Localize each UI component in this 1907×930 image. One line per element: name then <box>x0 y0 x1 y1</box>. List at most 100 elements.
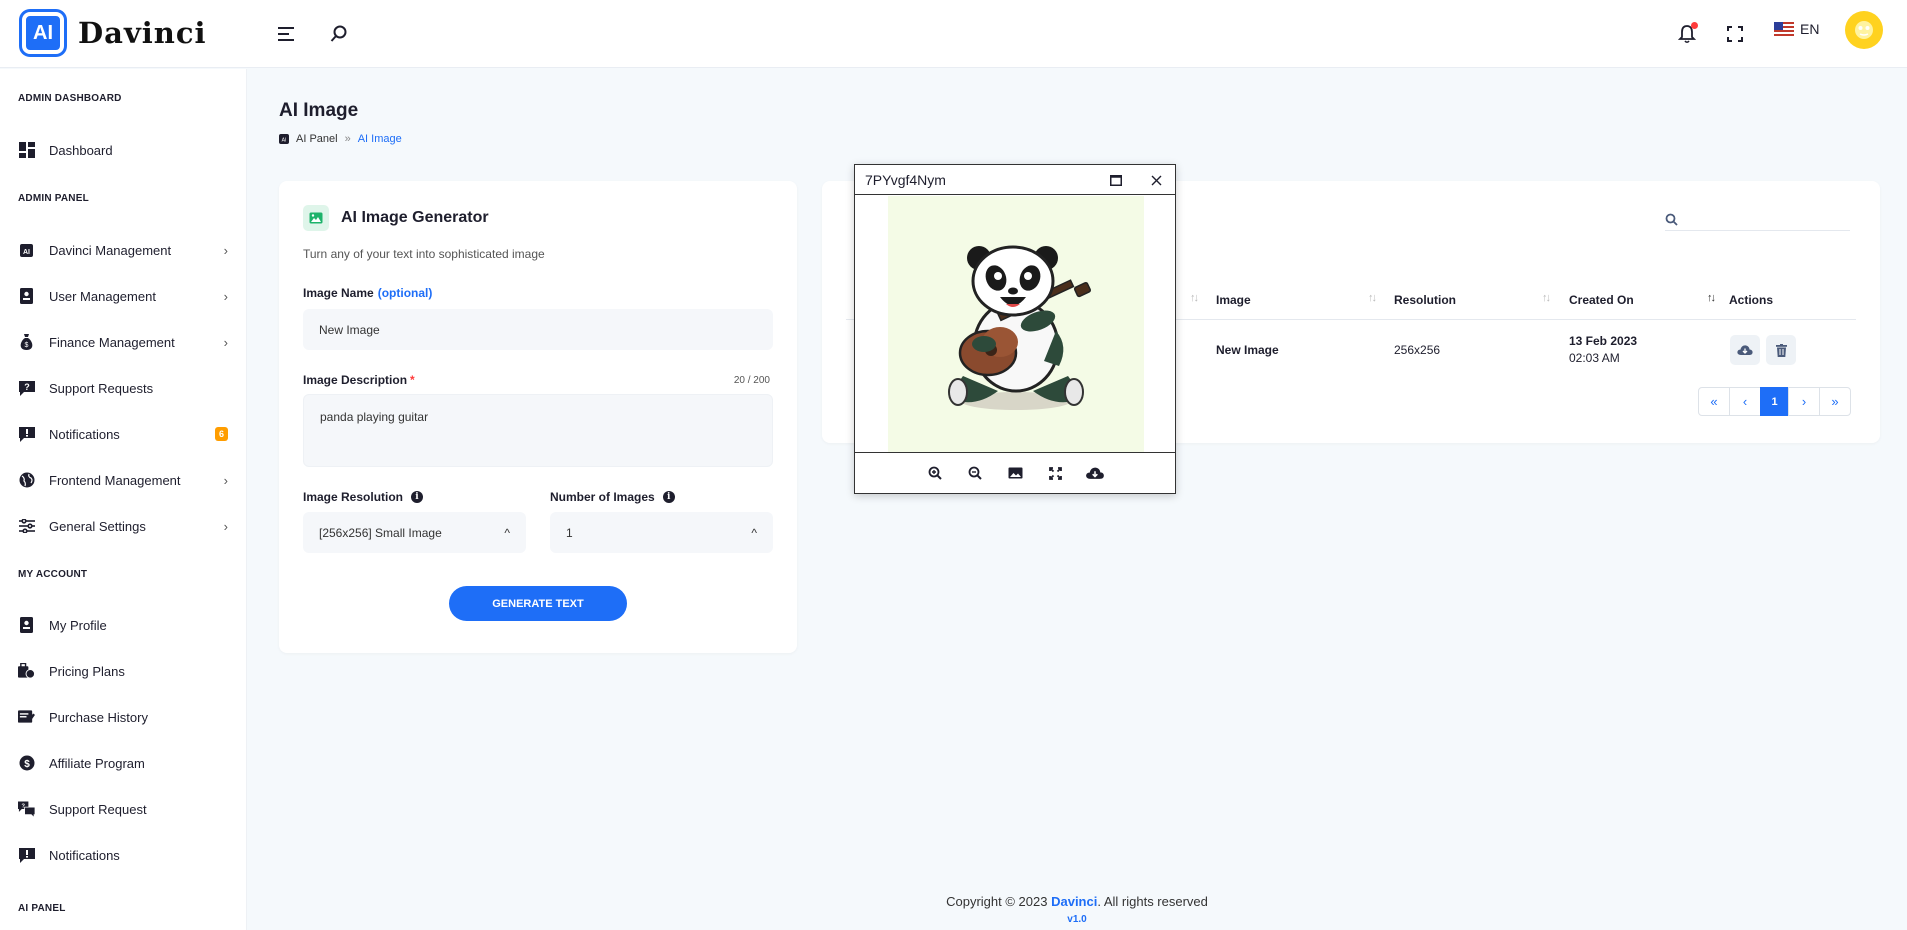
sidebar-item-label: General Settings <box>49 518 146 534</box>
ai-chip-icon: AI <box>18 242 35 259</box>
menu-toggle-icon[interactable] <box>272 19 302 49</box>
close-icon[interactable] <box>1145 169 1167 191</box>
sidebar-item-purchase-history[interactable]: Purchase History <box>18 704 228 730</box>
search-icon[interactable] <box>324 19 354 49</box>
footer-brand-link[interactable]: Davinci <box>1051 894 1097 909</box>
sidebar-item-my-profile[interactable]: My Profile <box>18 612 228 638</box>
bell-icon[interactable] <box>1672 19 1702 49</box>
breadcrumb-current: AI Image <box>357 133 402 145</box>
logo[interactable]: AI Davinci <box>22 12 207 54</box>
us-flag-icon <box>1774 22 1794 36</box>
globe-icon <box>18 472 35 489</box>
row-created-time: 02:03 AM <box>1569 351 1620 365</box>
image-resolution-label-text: Image Resolution <box>303 490 404 504</box>
maximize-icon[interactable] <box>1105 169 1127 191</box>
optional-tag: (optional) <box>377 286 433 300</box>
sort-icon[interactable]: ↑↓ <box>1542 292 1551 304</box>
sidebar-item-dashboard[interactable]: Dashboard <box>18 137 228 163</box>
sidebar-item-finance-management[interactable]: $ Finance Management › <box>18 329 228 355</box>
sidebar-item-label: Affiliate Program <box>49 755 145 771</box>
sidebar-item-user-management[interactable]: User Management › <box>18 283 228 309</box>
row-image-name: New Image <box>1216 343 1279 357</box>
row-resolution: 256x256 <box>1394 343 1441 357</box>
fullscreen-icon[interactable] <box>1720 19 1750 49</box>
history-icon <box>18 709 35 726</box>
notification-count-badge: 6 <box>215 427 228 441</box>
sidebar-heading-admin-panel: ADMIN PANEL <box>18 193 89 204</box>
generate-button[interactable]: GENERATE TEXT <box>449 586 627 621</box>
sidebar-item-support-requests[interactable]: ? Support Requests <box>18 375 228 401</box>
image-name-label-text: Image Name <box>303 286 374 300</box>
download-button[interactable] <box>1730 335 1760 365</box>
user-badge-icon <box>18 288 35 305</box>
pricing-icon <box>18 663 35 680</box>
image-icon[interactable] <box>1004 462 1026 484</box>
sort-icon[interactable]: ↑↓ <box>1190 292 1199 304</box>
sidebar-heading-admin-dashboard: ADMIN DASHBOARD <box>18 93 122 104</box>
pagination: « ‹ 1 › » <box>1698 387 1851 416</box>
number-of-images-label: Number of Images i <box>550 490 675 504</box>
sort-icon[interactable]: ↑↓ <box>1368 292 1377 304</box>
cloud-download-icon[interactable] <box>1084 462 1106 484</box>
info-icon[interactable]: i <box>662 491 675 503</box>
image-resolution-label: Image Resolution i <box>303 490 424 504</box>
money-bag-icon: $ <box>18 333 35 351</box>
language-selector[interactable]: EN <box>1774 21 1819 37</box>
viewer-titlebar[interactable]: 7PYvgf4Nym <box>855 165 1175 195</box>
pagination-last[interactable]: » <box>1819 387 1851 416</box>
zoom-out-icon[interactable] <box>964 462 986 484</box>
user-badge-icon <box>18 617 35 634</box>
search-icon <box>1665 213 1678 226</box>
image-name-value: New Image <box>319 322 380 337</box>
pagination-current[interactable]: 1 <box>1760 387 1789 416</box>
number-of-images-label-text: Number of Images <box>550 490 655 504</box>
svg-text:AI: AI <box>282 138 287 144</box>
trash-icon <box>1775 343 1787 357</box>
delete-button[interactable] <box>1766 335 1796 365</box>
zoom-in-icon[interactable] <box>924 462 946 484</box>
breadcrumb-link-ai-panel[interactable]: AI Panel <box>296 133 338 145</box>
pagination-next[interactable]: › <box>1788 387 1820 416</box>
fullscreen-icon[interactable] <box>1044 462 1066 484</box>
sidebar-item-label: Davinci Management <box>49 242 172 258</box>
number-of-images-select[interactable]: 1 ^ <box>550 512 773 553</box>
pagination-prev[interactable]: ‹ <box>1729 387 1761 416</box>
character-counter: 20 / 200 <box>733 375 770 386</box>
chevron-up-icon: ^ <box>751 525 757 540</box>
chevron-up-icon: ^ <box>504 525 510 540</box>
sidebar-item-frontend-management[interactable]: Frontend Management › <box>18 467 228 493</box>
number-of-images-value: 1 <box>566 525 573 540</box>
image-icon <box>303 205 329 231</box>
column-header-created-on[interactable]: Created On <box>1569 293 1634 307</box>
avatar[interactable] <box>1845 11 1883 49</box>
panda-guitar-illustration <box>948 245 1092 410</box>
image-resolution-select[interactable]: [256x256] Small Image ^ <box>303 512 526 553</box>
sidebar-item-affiliate-program[interactable]: $ Affiliate Program <box>18 750 228 776</box>
sidebar-item-label: Support Requests <box>49 380 154 396</box>
breadcrumb: AI AI Panel » AI Image <box>279 133 402 145</box>
column-header-resolution[interactable]: Resolution <box>1394 293 1456 307</box>
sidebar-item-pricing-plans[interactable]: Pricing Plans <box>18 658 228 684</box>
footer-version: v1.0 <box>1067 914 1087 925</box>
sidebar-item-notifications[interactable]: Notifications 6 <box>18 421 228 447</box>
viewer-title: 7PYvgf4Nym <box>865 172 946 188</box>
sidebar-item-notifications-account[interactable]: Notifications <box>18 842 228 868</box>
copyright-prefix: Copyright © 2023 <box>946 894 1052 909</box>
sidebar-item-general-settings[interactable]: General Settings › <box>18 513 228 539</box>
info-icon[interactable]: i <box>411 491 424 503</box>
sidebar-heading-my-account: MY ACCOUNT <box>18 569 88 580</box>
sidebar-item-support-request[interactable]: ? Support Request <box>18 796 228 822</box>
sidebar-item-label: Purchase History <box>49 709 148 725</box>
sidebar-item-label: Dashboard <box>49 142 113 158</box>
image-name-input[interactable]: New Image <box>303 309 773 350</box>
table-search-input[interactable] <box>1665 209 1850 231</box>
pagination-first[interactable]: « <box>1698 387 1730 416</box>
chevron-right-icon: › <box>223 242 228 258</box>
column-header-image[interactable]: Image <box>1216 293 1251 307</box>
chevron-right-icon: › <box>223 518 228 534</box>
sidebar-item-davinci-management[interactable]: AI Davinci Management › <box>18 237 228 263</box>
image-description-textarea[interactable]: panda playing guitar <box>303 394 773 467</box>
chevron-right-icon: › <box>223 288 228 304</box>
sort-desc-icon[interactable]: ↑↓ <box>1707 292 1716 304</box>
breadcrumb-separator: » <box>344 133 351 145</box>
